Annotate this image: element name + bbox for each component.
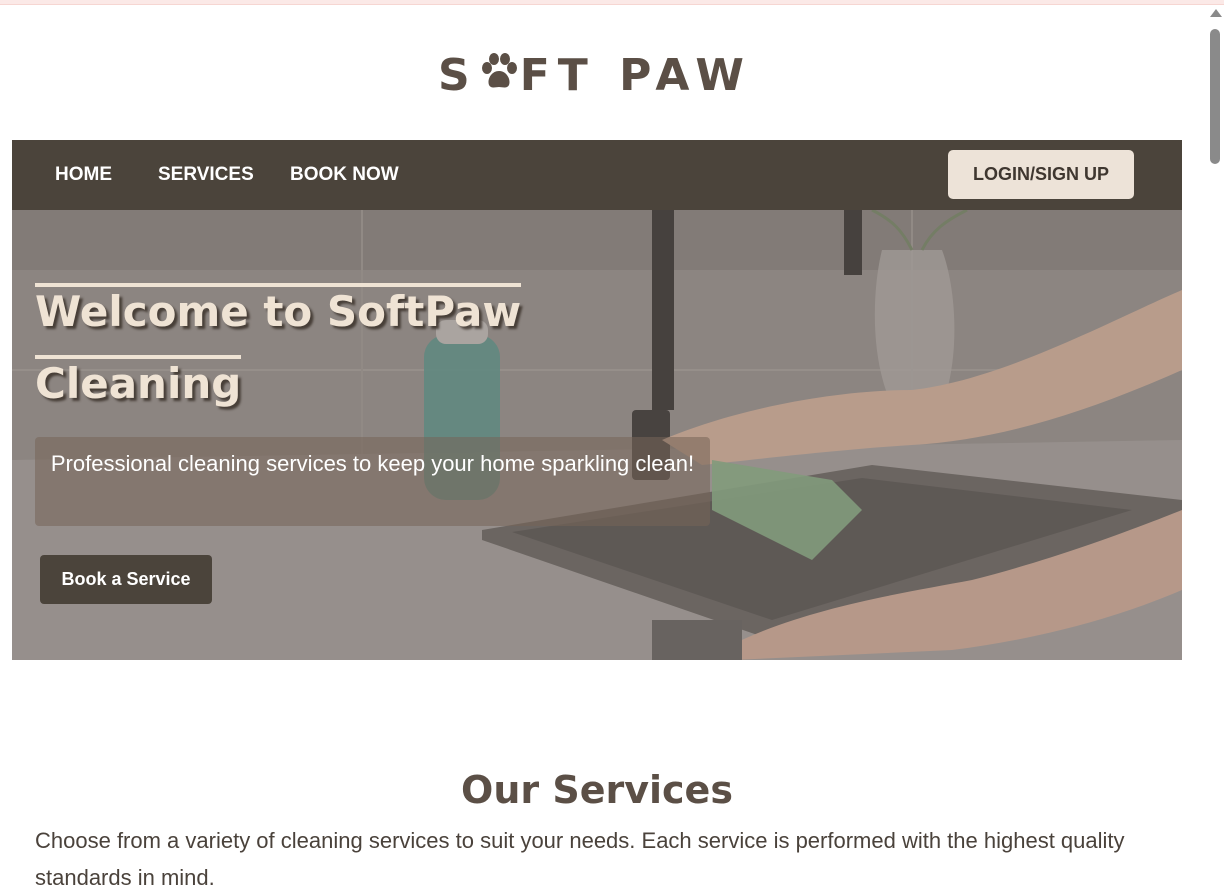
scroll-up-arrow-icon[interactable] xyxy=(1210,9,1222,17)
page: S FT PAW HOME SERVICES BOOK NOW LOGIN/SI… xyxy=(0,0,1224,889)
top-accent-bar xyxy=(0,0,1224,5)
hero-title-line-2: Cleaning xyxy=(35,355,242,408)
logo-text-left: S xyxy=(438,50,478,101)
services-description: Choose from a variety of cleaning servic… xyxy=(35,828,1125,889)
services-heading: Our Services xyxy=(461,768,733,812)
nav-home-link[interactable]: HOME xyxy=(55,140,112,210)
hero-subtitle-box: Professional cleaning services to keep y… xyxy=(35,437,710,526)
logo-text-right: FT PAW xyxy=(519,50,752,101)
nav-services-link[interactable]: SERVICES xyxy=(158,140,254,210)
page-scrollbar[interactable] xyxy=(1206,5,1224,889)
hero-title-line-1: Welcome to SoftPaw xyxy=(35,283,522,336)
site-logo[interactable]: S FT PAW xyxy=(0,50,1190,102)
hero-banner: Welcome to SoftPaw Cleaning Professional… xyxy=(12,210,1182,660)
hero-title: Welcome to SoftPaw Cleaning xyxy=(35,276,555,420)
hero-subtitle: Professional cleaning services to keep y… xyxy=(50,451,695,476)
main-navbar: HOME SERVICES BOOK NOW LOGIN/SIGN UP xyxy=(12,140,1182,210)
book-service-button[interactable]: Book a Service xyxy=(40,555,212,604)
paw-icon xyxy=(480,52,518,92)
nav-book-now-link[interactable]: BOOK NOW xyxy=(290,140,399,210)
scrollbar-thumb[interactable] xyxy=(1210,29,1220,164)
login-signup-button[interactable]: LOGIN/SIGN UP xyxy=(948,150,1134,199)
